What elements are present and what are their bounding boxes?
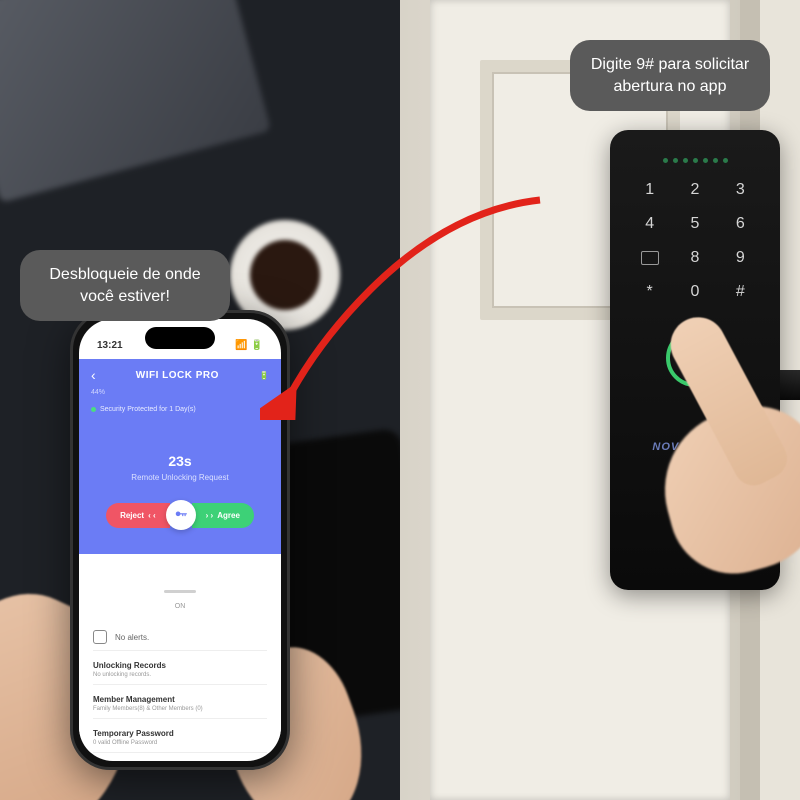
key-hash[interactable]: #	[729, 283, 752, 301]
keypad: 1 2 3 4 5 6 8 9 * 0 #	[628, 181, 762, 301]
smart-lock: 1 2 3 4 5 6 8 9 * 0 # NOVADIGITAL	[610, 130, 780, 590]
agree-button[interactable]: › › Agree	[192, 503, 254, 528]
status-icons: 📶 🔋	[235, 340, 263, 351]
request-label: Remote Unlocking Request	[95, 473, 265, 482]
key-6[interactable]: 6	[729, 215, 752, 233]
phone-notch	[145, 327, 215, 349]
status-dot-icon	[91, 407, 96, 412]
smartphone: 13:21 📶 🔋 ‹ WIFI LOCK PRO 🔋 44% Security…	[70, 310, 290, 770]
reject-button[interactable]: Reject ‹ ‹	[106, 503, 170, 528]
reject-label: Reject	[120, 511, 144, 520]
brand-logo: NOVADIGITAL	[628, 441, 762, 453]
app-title: WIFI LOCK PRO	[102, 370, 253, 381]
slider-knob[interactable]	[166, 500, 196, 530]
section-title: Unlocking Records	[93, 661, 267, 670]
clock-time: 13:21	[97, 340, 123, 351]
key-4[interactable]: 4	[638, 215, 661, 233]
product-showcase: 13:21 📶 🔋 ‹ WIFI LOCK PRO 🔋 44% Security…	[0, 0, 800, 800]
battery-percent: 44%	[79, 387, 281, 404]
section-sub: No unlocking records.	[93, 672, 267, 678]
no-alerts-text: No alerts.	[115, 633, 149, 642]
phone-screen: 13:21 📶 🔋 ‹ WIFI LOCK PRO 🔋 44% Security…	[79, 319, 281, 761]
key-1[interactable]: 1	[638, 181, 661, 199]
key-5[interactable]: 5	[683, 215, 706, 233]
app-header: ‹ WIFI LOCK PRO 🔋	[79, 359, 281, 387]
back-icon[interactable]: ‹	[91, 367, 96, 383]
led-indicators	[628, 158, 762, 163]
on-label: ON	[93, 603, 267, 610]
key-icon	[174, 508, 188, 522]
key-0[interactable]: 0	[683, 283, 706, 301]
key-card[interactable]	[638, 249, 661, 267]
callout-press-9hash: Digite 9# para solicitar abertura no app	[570, 40, 770, 111]
key-8[interactable]: 8	[683, 249, 706, 267]
card-icon	[641, 251, 659, 265]
key-3[interactable]: 3	[729, 181, 752, 199]
security-status-row: Security Protected for 1 Day(s)	[79, 404, 281, 423]
section-title: Temporary Password	[93, 729, 267, 738]
battery-icon: 🔋	[259, 371, 269, 380]
fingerprint-sensor[interactable]	[666, 329, 724, 387]
alerts-row[interactable]: No alerts.	[93, 624, 267, 651]
left-scene: 13:21 📶 🔋 ‹ WIFI LOCK PRO 🔋 44% Security…	[0, 0, 400, 800]
app-body: 23s Remote Unlocking Request Reject ‹ ‹ …	[79, 423, 281, 554]
right-scene: 1 2 3 4 5 6 8 9 * 0 # NOVADIGITAL	[400, 0, 800, 800]
section-temporary-password[interactable]: Temporary Password 0 valid Offline Passw…	[93, 719, 267, 753]
agree-label: Agree	[217, 511, 240, 520]
bell-icon	[93, 630, 107, 644]
sheet-handle-icon[interactable]	[164, 590, 196, 593]
section-member-management[interactable]: Member Management Family Members(8) & Ot…	[93, 685, 267, 719]
section-sub: Family Members(8) & Other Members (0)	[93, 706, 267, 712]
section-unlocking-records[interactable]: Unlocking Records No unlocking records.	[93, 651, 267, 685]
callout-unlock-anywhere: Desbloqueie de onde você estiver!	[20, 250, 230, 321]
countdown-timer: 23s	[95, 453, 265, 469]
arrow-right-icon: › ›	[206, 511, 214, 520]
key-2[interactable]: 2	[683, 181, 706, 199]
unlock-slider[interactable]: Reject ‹ ‹ › › Agree	[95, 500, 265, 530]
key-star[interactable]: *	[638, 283, 661, 301]
section-sub: 0 valid Offline Password	[93, 740, 267, 746]
security-status-text: Security Protected for 1 Day(s)	[100, 406, 196, 413]
bottom-sheet: ON No alerts. Unlocking Records No unloc…	[79, 574, 281, 753]
arrow-left-icon: ‹ ‹	[148, 511, 156, 520]
section-title: Member Management	[93, 695, 267, 704]
key-9[interactable]: 9	[729, 249, 752, 267]
